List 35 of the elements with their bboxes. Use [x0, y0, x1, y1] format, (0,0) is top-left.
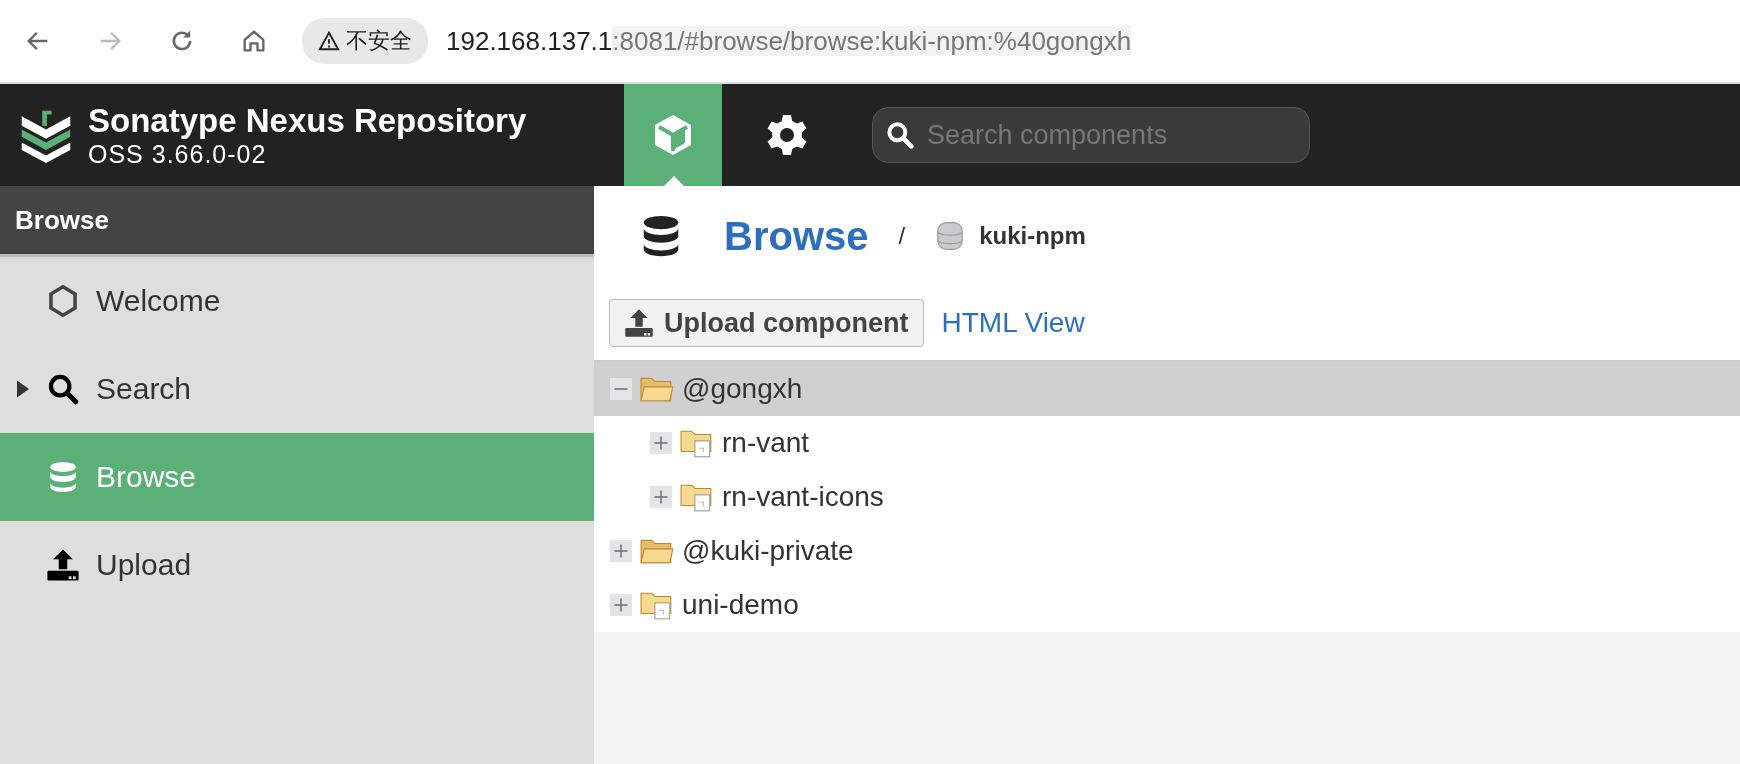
tree-node[interactable]: rn-vant-icons [594, 470, 1740, 524]
version-text: OSS 3.66.0-02 [88, 139, 268, 169]
search-field[interactable]: Search components [872, 107, 1310, 163]
database-icon [935, 219, 966, 253]
html-view-link[interactable]: HTML View [941, 307, 1085, 339]
collapse-icon[interactable] [610, 378, 632, 400]
folder-document-icon [680, 428, 714, 458]
breadcrumb-separator: / [898, 222, 906, 250]
sidebar-item[interactable]: Upload [0, 521, 594, 609]
product-name: Sonatype Nexus Repository [88, 101, 527, 140]
sidebar-item[interactable]: Welcome [0, 257, 594, 345]
browse-mode-tab[interactable] [624, 84, 722, 186]
upload-icon [624, 308, 654, 338]
tree-node[interactable]: uni-demo [594, 578, 1740, 632]
sidebar-title: Browse [0, 186, 594, 257]
upload-icon [46, 548, 80, 582]
expand-icon[interactable] [610, 594, 632, 616]
hexagon-icon [46, 284, 80, 318]
expand-icon[interactable] [650, 432, 672, 454]
warning-icon [318, 30, 340, 52]
expand-arrow-icon[interactable] [17, 380, 29, 398]
security-chip[interactable]: 不安全 [302, 18, 428, 64]
folder-document-icon [680, 482, 714, 512]
repository-name: kuki-npm [979, 222, 1086, 250]
sidebar-item[interactable]: Search [0, 345, 594, 433]
expand-icon[interactable] [650, 486, 672, 508]
search-icon [884, 119, 916, 151]
folder-document-icon [640, 590, 674, 620]
tree-node[interactable]: @gongxh [594, 362, 1740, 416]
breadcrumb-link[interactable]: Browse [724, 213, 869, 259]
tree-node[interactable]: @kuki-private [594, 524, 1740, 578]
expand-icon[interactable] [610, 540, 632, 562]
search-icon [46, 372, 80, 406]
tree-node[interactable]: rn-vant [594, 416, 1740, 470]
upload-component-button[interactable]: Upload component [609, 299, 924, 347]
